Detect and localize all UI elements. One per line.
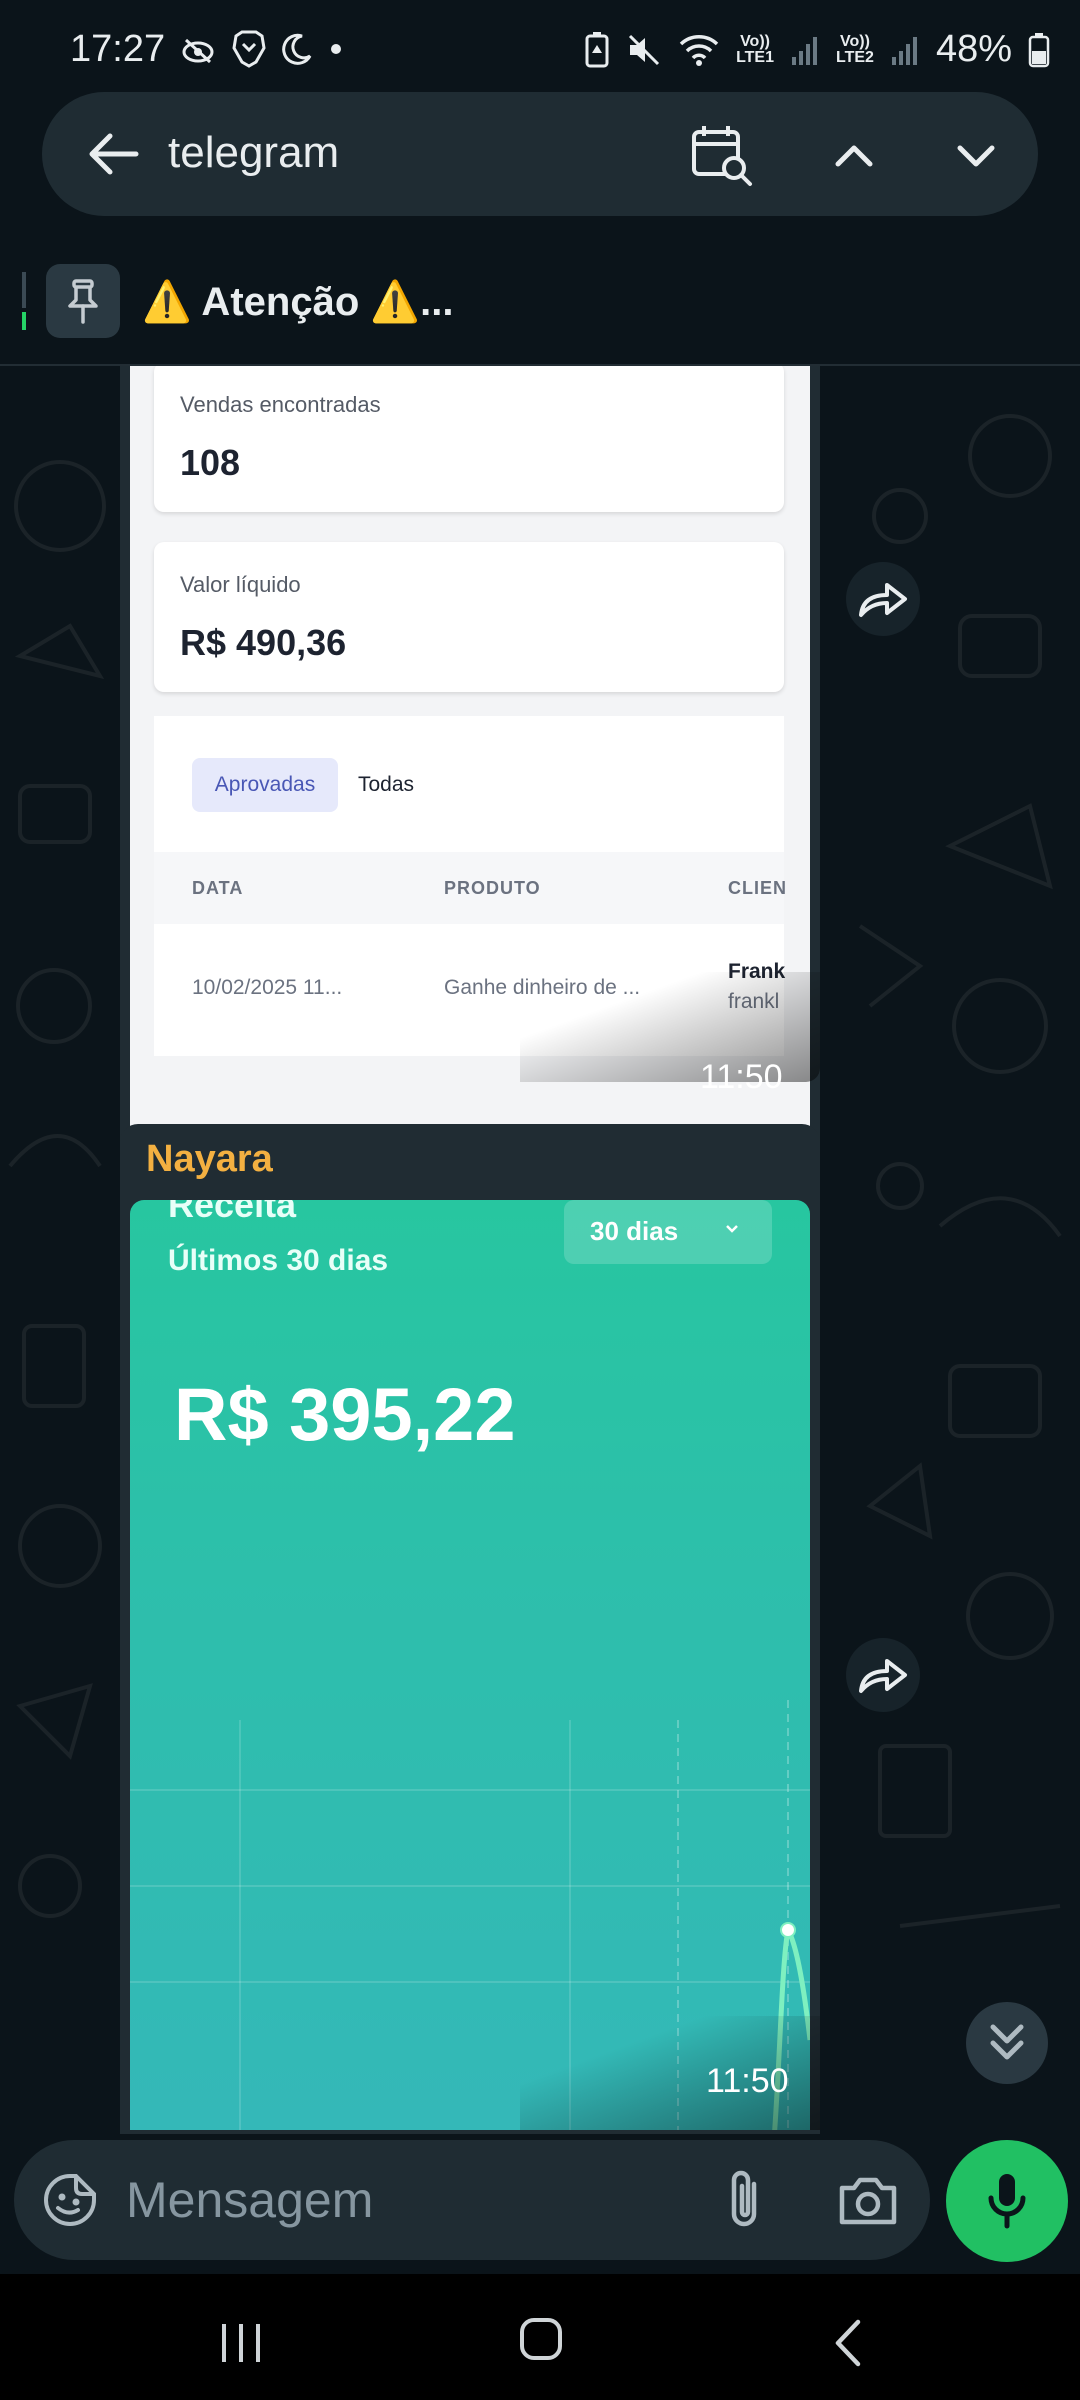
wifi-icon [679, 34, 719, 66]
message-input[interactable] [126, 2168, 686, 2232]
signal-sim1-icon [792, 36, 817, 65]
tab-all: Todas [358, 773, 415, 796]
battery-icon [1028, 32, 1050, 67]
row-date: 10/02/2025 11... [192, 976, 343, 999]
mute-icon [629, 34, 660, 65]
column-header: PRODUTO [444, 878, 541, 898]
forward-button[interactable] [846, 1638, 920, 1712]
pin-icon [68, 279, 98, 324]
forward-button[interactable] [846, 562, 920, 636]
period-dropdown-label: 30 dias [590, 1216, 679, 1246]
battery-saver-icon [585, 31, 609, 67]
sticker-emoji-icon[interactable] [40, 2170, 100, 2230]
revenue-card-title: Receita [168, 1200, 297, 1225]
table-header: DATA PRODUTO CLIEN [154, 852, 787, 925]
message-time: 11:50 [700, 1058, 783, 1096]
dot-icon [331, 44, 341, 54]
sales-found-label: Vendas encontradas [180, 392, 381, 417]
sales-found-card: Vendas encontradas 108 [154, 366, 784, 512]
period-dropdown: 30 dias [564, 1200, 772, 1264]
sim2-label: Vo)) LTE2 [836, 32, 874, 66]
column-header: DATA [192, 878, 244, 898]
chevron-down-icon [726, 1225, 738, 1233]
recent-apps-icon[interactable] [218, 2322, 264, 2364]
camera-icon[interactable] [836, 2168, 900, 2232]
scroll-to-bottom-button[interactable] [966, 2002, 1048, 2084]
back-arrow-icon[interactable] [82, 122, 146, 186]
search-query[interactable]: telegram [168, 128, 339, 178]
brave-lion-icon [232, 30, 266, 68]
calendar-search-icon[interactable] [688, 120, 758, 190]
moon-icon [282, 33, 312, 65]
forward-icon [859, 583, 907, 617]
message-time: 11:50 [706, 2062, 789, 2100]
system-navigation-bar [0, 2274, 1080, 2400]
fan-notification-icon [182, 38, 214, 64]
attach-paperclip-icon[interactable] [714, 2166, 778, 2234]
pinned-position-indicator [22, 272, 26, 330]
chevron-up-icon[interactable] [824, 126, 884, 186]
battery-percent: 48% [935, 28, 1012, 70]
message-composer [14, 2140, 930, 2260]
double-chevron-down-icon [990, 2024, 1024, 2060]
status-time: 17:27 [70, 28, 166, 70]
pinned-message-bar[interactable]: ⚠️ Atenção ⚠️... [0, 236, 1080, 366]
forward-icon [859, 1659, 907, 1693]
net-value-card: Valor líquido R$ 490,36 [154, 542, 784, 692]
status-system-icons: Vo)) LTE1 Vo)) LTE2 48% [584, 28, 1050, 71]
column-header: CLIEN [728, 878, 787, 898]
back-icon[interactable] [830, 2318, 864, 2368]
tab-approved: Aprovadas [192, 758, 338, 812]
sales-found-value: 108 [180, 442, 241, 483]
revenue-screenshot[interactable]: Receita Últimos 30 dias 30 dias R$ 395,2… [130, 1200, 810, 2130]
sim1-label: Vo)) LTE1 [736, 32, 774, 66]
chat-area: Vendas encontradas 108 Valor líquido R$ … [0, 366, 1080, 2134]
status-notification-icons [178, 30, 344, 68]
voice-record-button[interactable] [946, 2140, 1068, 2262]
home-icon[interactable] [518, 2316, 564, 2362]
status-tabs: Aprovadas Todas [154, 716, 784, 852]
status-bar: 17:27 Vo)) LTE1 Vo)) LTE2 48% [0, 0, 1080, 100]
chat-search-bar: telegram [42, 92, 1038, 216]
microphone-icon [988, 2174, 1026, 2229]
net-value-label: Valor líquido [180, 572, 301, 597]
period-subtitle: Últimos 30 dias [168, 1244, 389, 1277]
net-value: R$ 490,36 [180, 622, 347, 663]
sender-name: Nayara [146, 1138, 273, 1180]
pinned-message-text: ⚠️ Atenção ⚠️... [142, 280, 454, 324]
pin-button[interactable] [46, 264, 120, 338]
revenue-value: R$ 395,22 [174, 1373, 516, 1456]
chevron-down-icon[interactable] [946, 126, 1006, 186]
signal-sim2-icon [891, 36, 917, 65]
